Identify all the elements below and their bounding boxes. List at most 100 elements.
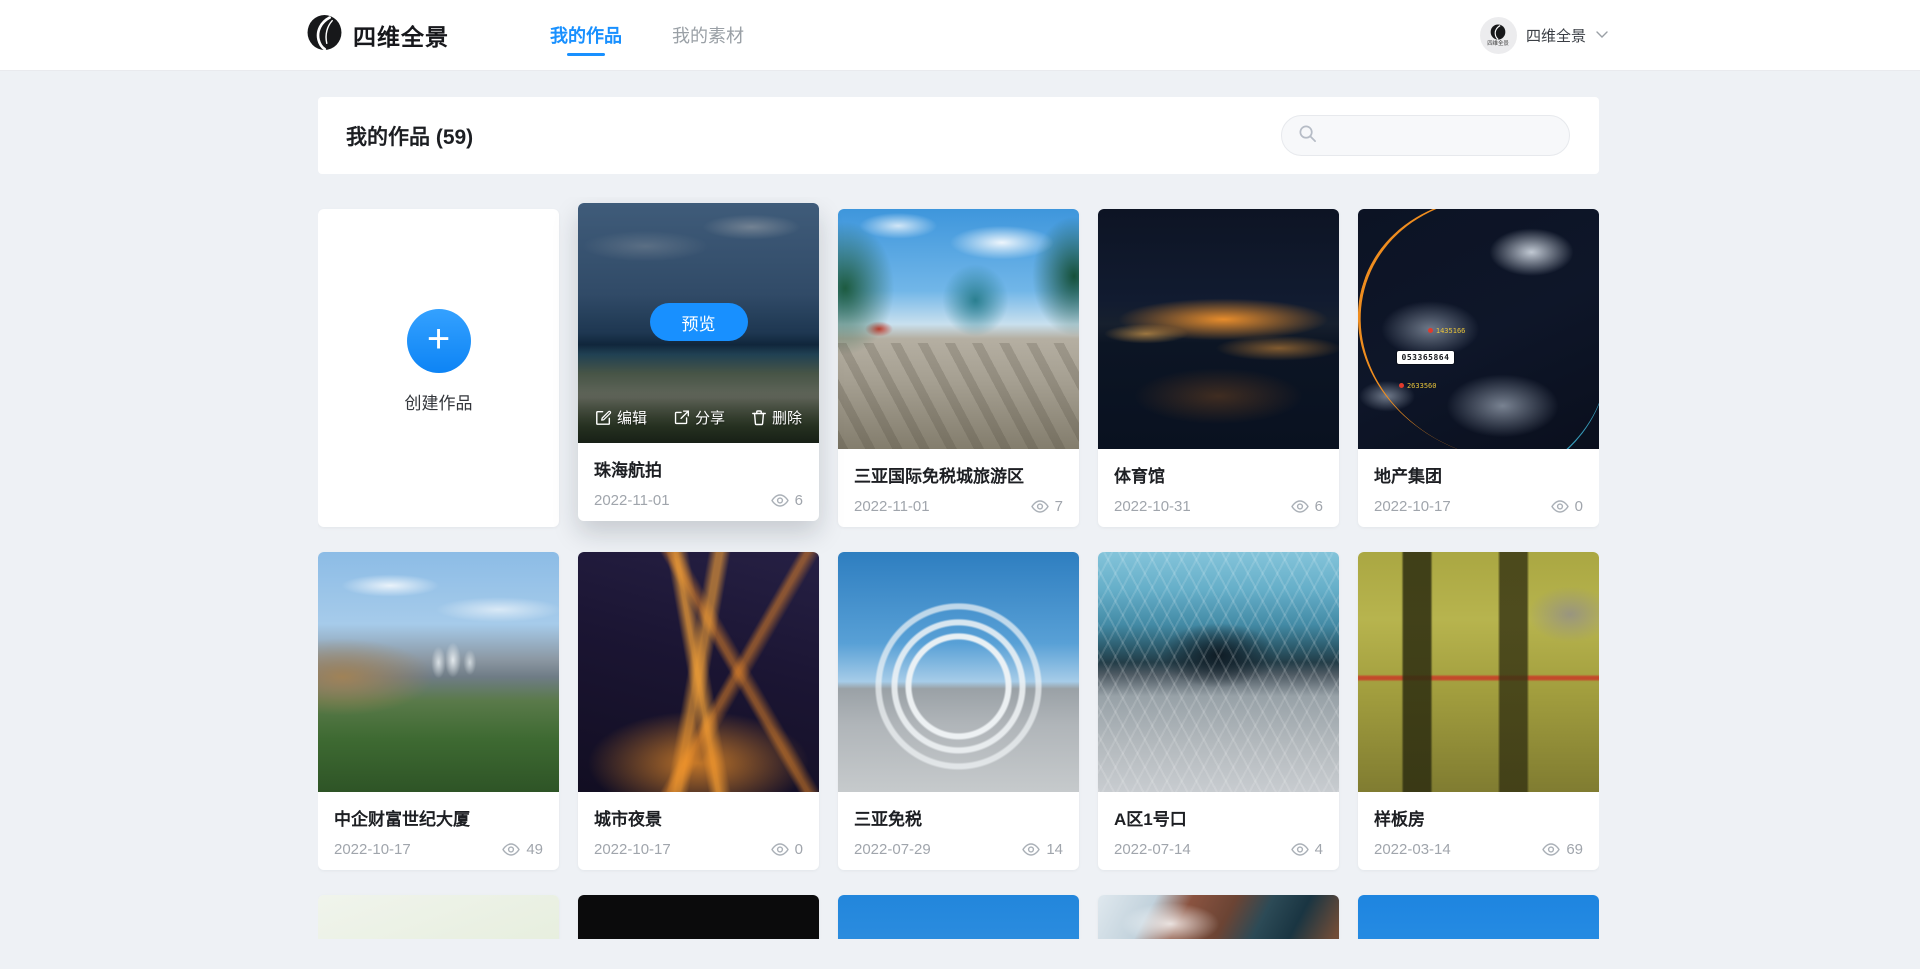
work-views-count: 14: [1046, 841, 1063, 858]
work-views: 7: [1031, 498, 1063, 515]
brand-logo[interactable]: 四维全景: [306, 0, 449, 70]
work-info: 城市夜景 2022-10-17 0: [578, 792, 819, 858]
work-card[interactable]: 预览 编辑 分享 删除 三亚国际免税城旅游区 2022-11-01: [838, 209, 1079, 527]
work-views: 6: [1291, 498, 1323, 515]
work-card[interactable]: 预览 编辑 分享 删除 样板房 2022-03-14: [1358, 552, 1599, 870]
work-card-partial[interactable]: [1358, 895, 1599, 939]
work-card-partial[interactable]: [318, 895, 559, 939]
work-title: 体育馆: [1114, 462, 1323, 487]
work-card[interactable]: 预览 编辑 分享 删除 中企财富世纪大厦 2022-10-17: [318, 552, 559, 870]
work-info: 体育馆 2022-10-31 6: [1098, 449, 1339, 515]
brand-name: 四维全景: [353, 18, 449, 52]
work-card[interactable]: 预览 编辑 分享 删除 三亚免税 2022-07-29: [838, 552, 1079, 870]
work-card-partial[interactable]: [578, 895, 819, 939]
work-title: 珠海航拍: [594, 456, 803, 481]
avatar: 四维全景: [1480, 17, 1517, 54]
work-title: 三亚国际免税城旅游区: [854, 462, 1063, 487]
content-header-panel: 我的作品 (59): [318, 97, 1599, 174]
top-navbar: 四维全景 我的作品 我的素材 四维全景 四维全景: [0, 0, 1920, 71]
work-card[interactable]: 预览 编辑 分享 删除 珠海航拍 2022-11-01: [578, 203, 819, 521]
work-meta: 2022-03-14 69: [1374, 841, 1583, 858]
trash-icon: [751, 409, 767, 426]
work-thumb: 预览 编辑 分享 删除: [1098, 209, 1339, 449]
eye-icon: [771, 843, 789, 856]
eye-icon: [1542, 843, 1560, 856]
work-views-count: 49: [526, 841, 543, 858]
work-title: 三亚免税: [854, 805, 1063, 830]
work-views-count: 4: [1315, 841, 1323, 858]
work-title: 中企财富世纪大厦: [334, 805, 543, 830]
card-action-bar: 编辑 分享 删除: [578, 391, 819, 443]
work-views-count: 6: [795, 492, 803, 509]
work-info: 三亚国际免税城旅游区 2022-11-01 7: [838, 449, 1079, 515]
map-badge: 053365864: [1397, 351, 1455, 364]
work-meta: 2022-11-01 6: [594, 492, 803, 509]
work-thumb: [1358, 895, 1599, 939]
search-box[interactable]: [1281, 115, 1570, 156]
work-thumb: 预览 编辑 分享 删除: [318, 552, 559, 792]
eye-icon: [1291, 843, 1309, 856]
work-meta: 2022-10-17 0: [594, 841, 803, 858]
work-views-count: 7: [1055, 498, 1063, 515]
work-meta: 2022-11-01 7: [854, 498, 1063, 515]
chevron-down-icon: [1596, 31, 1608, 39]
eye-icon: [771, 494, 789, 507]
nav-tabs: 我的作品 我的素材: [548, 0, 746, 70]
eye-icon: [1291, 500, 1309, 513]
search-input[interactable]: [1326, 126, 1557, 145]
delete-button[interactable]: 删除: [751, 407, 802, 428]
work-views: 69: [1542, 841, 1583, 858]
marker-dot-icon: [1428, 328, 1433, 333]
work-thumb: 预览 编辑 分享 删除: [838, 552, 1079, 792]
work-info: 样板房 2022-03-14 69: [1358, 792, 1599, 858]
map-marker: 2633560: [1399, 382, 1437, 390]
eye-icon: [502, 843, 520, 856]
work-date: 2022-11-01: [594, 492, 670, 509]
work-views: 6: [771, 492, 803, 509]
page-title: 我的作品 (59): [346, 121, 473, 151]
create-work-card[interactable]: + 创建作品: [318, 209, 559, 527]
work-views: 0: [771, 841, 803, 858]
work-meta: 2022-07-29 14: [854, 841, 1063, 858]
logo-mark-icon: [306, 14, 343, 56]
work-meta: 2022-10-17 49: [334, 841, 543, 858]
avatar-label: 四维全景: [1488, 41, 1510, 46]
work-card[interactable]: 1435166 2633560 053365864 预览 编辑 分享 删除: [1358, 209, 1599, 527]
work-card[interactable]: 预览 编辑 分享 删除 A区1号口 2022-07-14: [1098, 552, 1339, 870]
eye-icon: [1022, 843, 1040, 856]
share-button[interactable]: 分享: [673, 407, 725, 428]
work-thumb: [578, 895, 819, 939]
tab-my-works[interactable]: 我的作品: [548, 0, 624, 70]
edit-label: 编辑: [617, 407, 647, 428]
work-card-partial[interactable]: [1098, 895, 1339, 939]
work-card-partial[interactable]: [838, 895, 1079, 939]
map-marker-label: 2633560: [1407, 382, 1437, 390]
work-title: 样板房: [1374, 805, 1583, 830]
user-menu[interactable]: 四维全景 四维全景: [1480, 0, 1608, 70]
work-views-count: 0: [1575, 498, 1583, 515]
preview-button[interactable]: 预览: [650, 303, 748, 341]
work-views: 4: [1291, 841, 1323, 858]
work-thumb: 1435166 2633560 053365864 预览 编辑 分享 删除: [1358, 209, 1599, 449]
work-title: 地产集团: [1374, 462, 1583, 487]
work-thumb: 预览 编辑 分享 删除: [1098, 552, 1339, 792]
tab-my-assets[interactable]: 我的素材: [670, 0, 746, 70]
work-info: A区1号口 2022-07-14 4: [1098, 792, 1339, 858]
search-icon: [1298, 124, 1317, 148]
edit-button[interactable]: 编辑: [595, 407, 647, 428]
work-card[interactable]: 预览 编辑 分享 删除 城市夜景 2022-10-17: [578, 552, 819, 870]
map-marker-label: 1435166: [1436, 327, 1466, 335]
work-date: 2022-11-01: [854, 498, 930, 515]
user-name: 四维全景: [1526, 25, 1586, 46]
work-views: 14: [1022, 841, 1063, 858]
create-work-label: 创建作品: [405, 389, 473, 414]
map-extras: 1435166 2633560 053365864: [1358, 209, 1599, 449]
marker-dot-icon: [1399, 383, 1404, 388]
work-date: 2022-10-17: [334, 841, 411, 858]
work-thumb: [318, 895, 559, 939]
work-date: 2022-03-14: [1374, 841, 1451, 858]
work-card[interactable]: 预览 编辑 分享 删除 体育馆 2022-10-31: [1098, 209, 1339, 527]
eye-icon: [1551, 500, 1569, 513]
map-marker: 1435166: [1428, 327, 1466, 335]
works-area: + 创建作品 预览 编辑 分享: [318, 197, 1599, 939]
